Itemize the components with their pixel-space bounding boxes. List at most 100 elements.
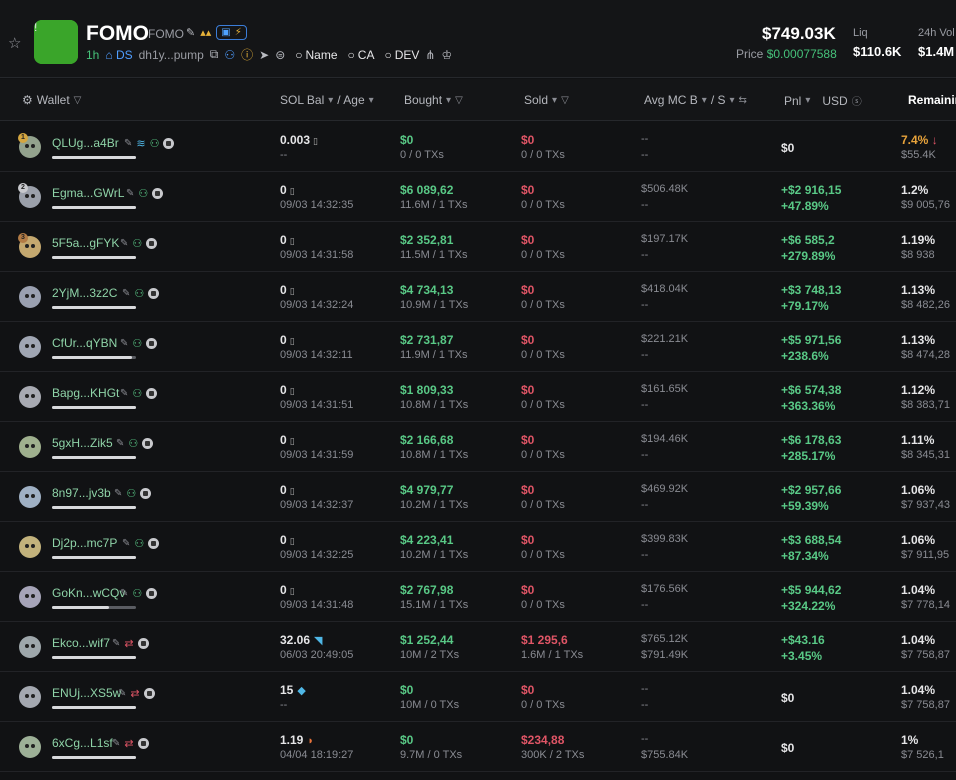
filter-icon[interactable]: ▽: [455, 95, 463, 106]
user-icon[interactable]: ⚇: [128, 437, 138, 450]
wallet-address[interactable]: CfUr...qYBN: [52, 336, 117, 350]
remaining-column[interactable]: Remaining: [908, 93, 956, 107]
wallet-address[interactable]: GoKn...wCQv: [52, 586, 125, 600]
wallet-address[interactable]: 5F5a...gFYK: [52, 236, 119, 250]
table-row[interactable]: 5gxH...Zik5 ✎ ⚇ 0 ▯ 09/03 14:31:59 $2 166,…: [0, 422, 956, 472]
swap-red-icon[interactable]: ⇄: [124, 737, 133, 750]
table-row[interactable]: ENUj...XS5w ✎ ⇄ 15 ◆ -- $0 10M / 0 TXs $0 …: [0, 672, 956, 722]
wallet-address[interactable]: Egma...GWrL: [52, 186, 124, 200]
user-icon[interactable]: ⚇: [132, 587, 142, 600]
coin-icon[interactable]: [142, 438, 154, 449]
bought-column[interactable]: Bought ▾ ▽: [404, 93, 463, 107]
telegram-icon[interactable]: ➤: [259, 48, 269, 62]
swap-red-icon[interactable]: ⇄: [124, 637, 133, 650]
table-row[interactable]: 2YjM...3z2C ✎ ⚇ 0 ▯ 09/03 14:32:24 $4 734,…: [0, 272, 956, 322]
edit-icon[interactable]: ✎: [118, 688, 126, 699]
pnl-column[interactable]: Pnl ▾ USD ⓢ: [784, 93, 862, 109]
search-ca-button[interactable]: ○ CA: [348, 48, 375, 62]
coin-icon[interactable]: [143, 688, 155, 699]
edit-icon[interactable]: ✎: [116, 438, 124, 449]
user-icon[interactable]: ⚇: [138, 187, 148, 200]
edit-icon[interactable]: ✎: [112, 738, 120, 749]
edit-icon[interactable]: ✎: [112, 638, 120, 649]
wallet-column[interactable]: ⚙ Wallet ▽: [22, 93, 81, 107]
sold-column[interactable]: Sold ▾ ▽: [524, 93, 569, 107]
table-row[interactable]: 6xCg...L1sf ✎ ⇄ 1.19 ◗ 04/04 18:19:27 $0 9…: [0, 722, 956, 772]
table-row[interactable]: 8n97...jv3b ✎ ⚇ 0 ▯ 09/03 14:32:37 $4 979,…: [0, 472, 956, 522]
table-row[interactable]: Dj2p...mc7P ✎ ⚇ 0 ▯ 09/03 14:32:25 $4 223,…: [0, 522, 956, 572]
user-icon[interactable]: ⚇: [134, 287, 144, 300]
coin-icon[interactable]: [163, 138, 175, 149]
coin-icon[interactable]: [148, 288, 160, 299]
avatar[interactable]: [19, 636, 41, 658]
avg-mc-column[interactable]: Avg MC B ▾ / S ▾ ⇆: [644, 93, 747, 107]
wallet-address[interactable]: Bapg...KHGt: [52, 386, 119, 400]
avatar[interactable]: [19, 686, 41, 708]
wallet-address[interactable]: 6xCg...L1sf: [52, 736, 113, 750]
avatar[interactable]: [19, 586, 41, 608]
edit-icon[interactable]: ✎: [114, 488, 122, 499]
edit-icon[interactable]: ✎: [122, 538, 130, 549]
coin-icon[interactable]: [146, 338, 158, 349]
avatar[interactable]: [19, 736, 41, 758]
copy-icon[interactable]: ⧉: [210, 47, 219, 62]
group-icon[interactable]: ▴▴: [200, 26, 211, 39]
table-row[interactable]: Bapg...KHGt ✎ ⚇ 0 ▯ 09/03 14:31:51 $1 809,…: [0, 372, 956, 422]
edit-icon[interactable]: ✎: [186, 26, 195, 39]
wallet-address[interactable]: Ekco...wif7: [52, 636, 110, 650]
coin-icon[interactable]: [152, 188, 164, 199]
coin-icon[interactable]: [137, 738, 149, 749]
coin-icon[interactable]: [146, 388, 158, 399]
crown-icon[interactable]: ♔: [441, 48, 452, 62]
star-icon[interactable]: ☆: [8, 34, 21, 52]
edit-icon[interactable]: ✎: [120, 338, 128, 349]
wallet-address[interactable]: 5gxH...Zik5: [52, 436, 113, 450]
table-row[interactable]: GoKn...wCQv ✎ ⚇ 0 ▯ 09/03 14:31:48 $2 767,…: [0, 572, 956, 622]
coin-icon[interactable]: [146, 238, 158, 249]
user-icon[interactable]: ⚇: [132, 337, 142, 350]
gear-icon[interactable]: ⚙: [22, 93, 33, 107]
coin-icon[interactable]: [140, 488, 152, 499]
warning-icon[interactable]: ⓘ: [241, 46, 253, 63]
user-icon[interactable]: ⚇: [150, 137, 160, 150]
filter-icon[interactable]: ▽: [561, 95, 569, 106]
wallet-address[interactable]: 2YjM...3z2C: [52, 286, 117, 300]
table-row[interactable]: 1 QLUg...a4Br ✎ ≋ ⚇ 0.003 ▯ -- $0 0 / 0 TXs…: [0, 122, 956, 172]
coin-icon[interactable]: [146, 588, 158, 599]
coin-icon[interactable]: [148, 538, 160, 549]
swap-red-icon[interactable]: ⇄: [130, 687, 139, 700]
avatar[interactable]: [19, 436, 41, 458]
edit-icon[interactable]: ✎: [120, 238, 128, 249]
fish-icon[interactable]: ≋: [136, 137, 145, 150]
user-icon[interactable]: ⚇: [132, 387, 142, 400]
coin-icon[interactable]: ⊜: [275, 48, 285, 62]
contract-address[interactable]: dh1y...pump: [139, 48, 204, 62]
edit-icon[interactable]: ✎: [120, 588, 128, 599]
edit-icon[interactable]: ✎: [124, 138, 132, 149]
share-icon[interactable]: ⋔: [425, 48, 435, 62]
avatar[interactable]: [19, 336, 41, 358]
swap-icon[interactable]: ⇆: [739, 95, 747, 106]
edit-icon[interactable]: ✎: [120, 388, 128, 399]
table-row[interactable]: CfUr...qYBN ✎ ⚇ 0 ▯ 09/03 14:32:11 $2 731,…: [0, 322, 956, 372]
edit-icon[interactable]: ✎: [122, 288, 130, 299]
search-dev-button[interactable]: ○ DEV: [384, 48, 419, 62]
filter-icon[interactable]: ▽: [74, 95, 82, 106]
table-row[interactable]: 3 5F5a...gFYK ✎ ⚇ 0 ▯ 09/03 14:31:58 $2 35…: [0, 222, 956, 272]
search-name-button[interactable]: ○ Name: [295, 48, 337, 62]
table-row[interactable]: 2 Egma...GWrL ✎ ⚇ 0 ▯ 09/03 14:32:35 $6 08…: [0, 172, 956, 222]
wallet-address[interactable]: QLUg...a4Br: [52, 136, 119, 150]
user-icon[interactable]: ⚇: [132, 237, 142, 250]
currency-icon[interactable]: ⓢ: [852, 93, 862, 108]
wallet-address[interactable]: 8n97...jv3b: [52, 486, 111, 500]
coin-icon[interactable]: [137, 638, 149, 649]
wallet-address[interactable]: ENUj...XS5w: [52, 686, 121, 700]
avatar[interactable]: [19, 286, 41, 308]
sol-bal-column[interactable]: SOL Bal ▾ / Age ▾: [280, 93, 374, 107]
wallet-address[interactable]: Dj2p...mc7P: [52, 536, 117, 550]
table-row[interactable]: Ekco...wif7 ✎ ⇄ 32.06 ◥ 06/03 20:49:05 $1 …: [0, 622, 956, 672]
avatar[interactable]: [19, 486, 41, 508]
edit-icon[interactable]: ✎: [126, 188, 134, 199]
user-icon[interactable]: ⚇: [126, 487, 136, 500]
info-icon[interactable]: !: [34, 20, 78, 64]
